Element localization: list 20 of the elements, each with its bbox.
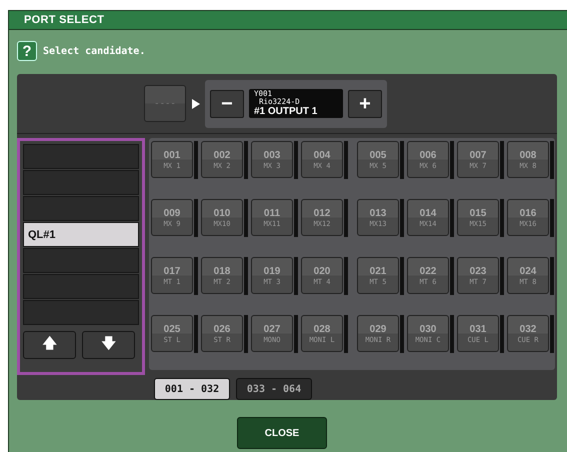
prompt-text: Select candidate. [43,46,146,56]
list-item[interactable] [23,274,139,299]
minus-button[interactable]: − [210,90,244,118]
list-item[interactable] [23,144,139,169]
bank-tab[interactable]: 033 - 064 [236,378,312,400]
close-button[interactable]: CLOSE [237,417,327,449]
list-item[interactable]: QL#1 [23,222,139,247]
display-line: #1 OUTPUT 1 [254,106,318,117]
bank-tab[interactable]: 001 - 032 [154,378,230,400]
list-item[interactable] [23,300,139,325]
list-item[interactable] [23,248,139,273]
window-title: PORT SELECT [24,14,104,26]
down-button[interactable]: 🡇 [82,331,135,359]
up-button[interactable]: 🡅 [23,331,76,359]
port-button[interactable]: ---- [144,85,186,122]
plus-button[interactable]: + [348,90,382,118]
help-icon[interactable]: ? [17,41,37,61]
list-item[interactable] [23,196,139,221]
triangle-icon [192,98,200,108]
list-item[interactable] [23,170,139,195]
